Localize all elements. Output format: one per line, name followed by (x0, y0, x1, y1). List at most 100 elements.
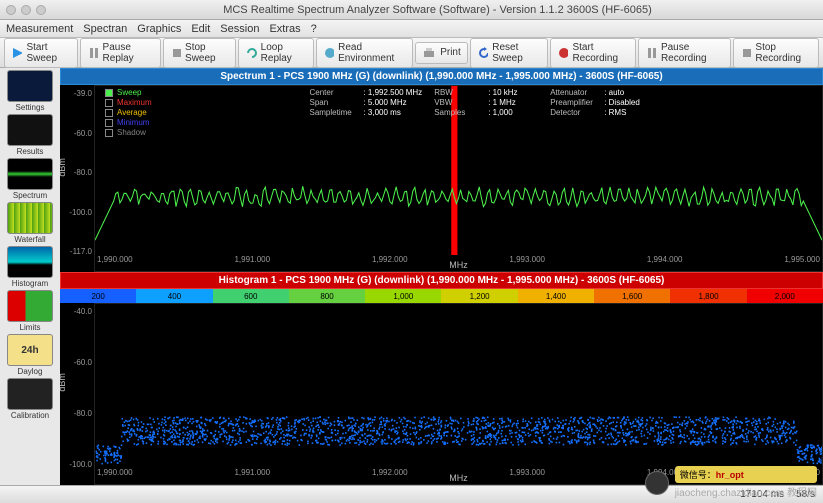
menu-edit[interactable]: Edit (191, 23, 210, 35)
ytick: -60.0 (74, 129, 92, 138)
stop-record-icon (740, 46, 751, 60)
xtick: 1,991.000 (234, 255, 270, 271)
menu-spectran[interactable]: Spectran (83, 23, 127, 35)
spectrum-plot[interactable]: dBm -39.0 -60.0 -80.0 -100.0 -117.0 Swee… (60, 85, 823, 272)
ytick: -80.0 (74, 409, 92, 418)
xtick: 1,993.000 (509, 468, 545, 484)
sidebar-label: Histogram (12, 279, 48, 288)
params: Center: 1,992.500 MHz Span: 5.000 MHz Sa… (152, 88, 812, 137)
param-key: Detector (550, 108, 600, 117)
limits-icon (7, 290, 53, 322)
sidebar-label: Daylog (18, 367, 43, 376)
menu-graphics[interactable]: Graphics (137, 23, 181, 35)
colorbar-seg: 1,400 (518, 289, 594, 303)
reset-sweep-button[interactable]: Reset Sweep (470, 38, 548, 68)
statusbar: 17104 ms 58/s (0, 485, 823, 503)
param-val: : auto (604, 88, 654, 97)
colorbar-seg: 800 (289, 289, 365, 303)
legend-label: Sweep (117, 88, 141, 97)
checkbox-icon[interactable] (105, 109, 113, 117)
loop-replay-label: Loop Replay (261, 42, 307, 64)
pause-record-icon (645, 46, 657, 60)
legend-maximum[interactable]: Maximum (105, 98, 152, 107)
menu-session[interactable]: Session (220, 23, 259, 35)
legend-label: Maximum (117, 98, 152, 107)
sidebar-item-daylog[interactable]: 24hDaylog (3, 334, 57, 376)
pause-replay-button[interactable]: Pause Replay (80, 38, 161, 68)
sidebar: Settings Results Spectrum Waterfall Hist… (0, 68, 60, 485)
checkbox-icon[interactable] (105, 129, 113, 137)
xtick: 1,992.000 (372, 255, 408, 271)
sidebar-item-histogram[interactable]: Histogram (3, 246, 57, 288)
histogram-panel: Histogram 1 - PCS 1900 MHz (G) (downlink… (60, 272, 823, 485)
param-key: Sampletime (309, 108, 359, 117)
menu-measurement[interactable]: Measurement (6, 23, 73, 35)
param-key: Attenuator (550, 88, 600, 97)
zoom-icon[interactable] (36, 5, 46, 15)
histogram-canvas[interactable]: 1,990.000 1,991.000 1,992.000 1,993.000 … (94, 303, 823, 485)
window-controls[interactable] (6, 5, 46, 15)
colorbar-seg: 1,000 (365, 289, 441, 303)
spectrum-canvas[interactable]: Sweep Maximum Average Minimum Shadow Cen… (94, 85, 823, 272)
sidebar-item-calibration[interactable]: Calibration (3, 378, 57, 420)
pause-icon (87, 46, 98, 60)
xtick: 1,995.000 (784, 255, 820, 271)
menu-help[interactable]: ? (311, 23, 317, 35)
sidebar-item-waterfall[interactable]: Waterfall (3, 202, 57, 244)
xtick: 1,995.000 (784, 468, 820, 484)
legend: Sweep Maximum Average Minimum Shadow (105, 88, 152, 137)
start-sweep-button[interactable]: Start Sweep (4, 38, 78, 68)
spectrum-panel: Spectrum 1 - PCS 1900 MHz (G) (downlink)… (60, 68, 823, 272)
reset-icon (477, 46, 488, 60)
stop-recording-button[interactable]: Stop Recording (733, 38, 819, 68)
start-recording-label: Start Recording (572, 42, 629, 64)
checkbox-icon[interactable] (105, 89, 113, 97)
sidebar-item-spectrum[interactable]: Spectrum (3, 158, 57, 200)
pause-recording-label: Pause Recording (661, 42, 724, 64)
legend-sweep[interactable]: Sweep (105, 88, 152, 97)
param-key: Samples (434, 108, 484, 117)
spectrum-header: Spectrum 1 - PCS 1900 MHz (G) (downlink)… (60, 68, 823, 85)
colorbar-seg: 1,200 (441, 289, 517, 303)
param-key: VBW (434, 98, 484, 107)
window-title: MCS Realtime Spectrum Analyzer Software … (58, 4, 817, 16)
xtick: 1,994.000 (647, 468, 683, 484)
histogram-yaxis: -40.0 -60.0 -80.0 -100.0 (60, 303, 94, 485)
status-rate: 58/s (796, 489, 815, 500)
legend-average[interactable]: Average (105, 108, 152, 117)
param-val: : 1 MHz (488, 98, 538, 107)
print-icon (422, 46, 436, 60)
legend-shadow[interactable]: Shadow (105, 128, 152, 137)
xtick: 1,994.000 (647, 255, 683, 271)
sidebar-item-settings[interactable]: Settings (3, 70, 57, 112)
record-icon (557, 46, 568, 60)
pause-recording-button[interactable]: Pause Recording (638, 38, 730, 68)
menu-extras[interactable]: Extras (269, 23, 300, 35)
sidebar-item-results[interactable]: Results (3, 114, 57, 156)
spectrum-yaxis: -39.0 -60.0 -80.0 -100.0 -117.0 (60, 85, 94, 272)
minimize-icon[interactable] (21, 5, 31, 15)
xtick: 1,993.000 (509, 255, 545, 271)
start-recording-button[interactable]: Start Recording (550, 38, 637, 68)
close-icon[interactable] (6, 5, 16, 15)
print-button[interactable]: Print (415, 42, 468, 64)
histogram-plot[interactable]: dBm -40.0 -60.0 -80.0 -100.0 1,990.000 1… (60, 303, 823, 485)
sidebar-item-limits[interactable]: Limits (3, 290, 57, 332)
environment-icon (323, 46, 335, 60)
param-val: : Disabled (604, 98, 654, 107)
status-time: 17104 ms (740, 489, 784, 500)
legend-label: Minimum (117, 118, 149, 127)
colorbar-seg: 1,800 (670, 289, 746, 303)
checkbox-icon[interactable] (105, 119, 113, 127)
loop-replay-button[interactable]: Loop Replay (238, 38, 313, 68)
colorbar-seg: 2,000 (747, 289, 823, 303)
checkbox-icon[interactable] (105, 99, 113, 107)
read-environment-button[interactable]: Read Environment (316, 38, 414, 68)
spectrum-overlay: Sweep Maximum Average Minimum Shadow Cen… (105, 88, 812, 137)
results-icon (7, 114, 53, 146)
colorbar-seg: 1,600 (594, 289, 670, 303)
print-label: Print (440, 47, 461, 58)
legend-minimum[interactable]: Minimum (105, 118, 152, 127)
histogram-header: Histogram 1 - PCS 1900 MHz (G) (downlink… (60, 272, 823, 289)
stop-sweep-button[interactable]: Stop Sweep (163, 38, 237, 68)
